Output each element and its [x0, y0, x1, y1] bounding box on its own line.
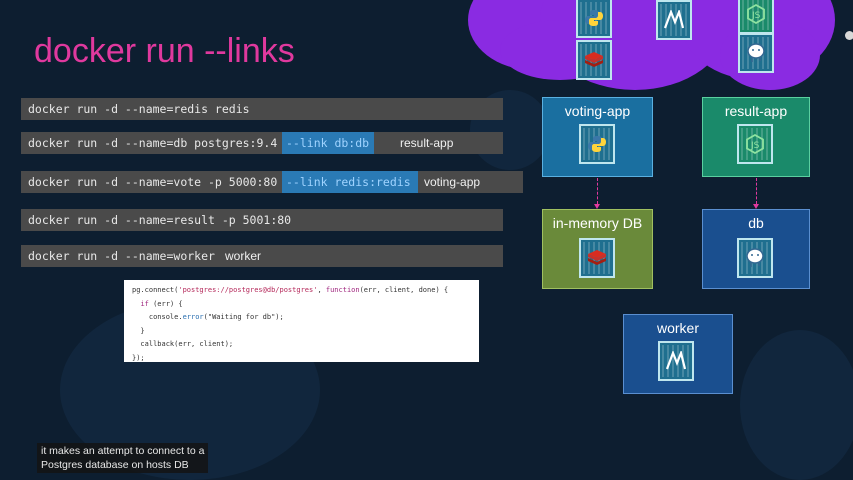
postgres-icon	[738, 33, 774, 73]
code-line: pg.connect('postgres://postgres@db/postg…	[132, 286, 449, 294]
link-flag-db: --link db:db	[282, 132, 374, 154]
box-label: worker	[656, 320, 699, 336]
link-flag-redis: --link redis:redis	[282, 171, 418, 193]
python-icon	[579, 124, 615, 164]
command-redis: docker run -d --name=redis redis	[21, 98, 503, 120]
video-caption: it makes an attempt to connect to a Post…	[37, 443, 209, 473]
code-line: });	[132, 353, 145, 362]
redis-icon	[576, 40, 612, 80]
command-result: docker run -d --name=result -p 5001:80	[21, 209, 503, 231]
command-text: docker run -d --name=vote -p 5000:80	[28, 175, 278, 189]
code-line: console.error("Waiting for db");	[132, 313, 284, 321]
box-label: db	[748, 215, 764, 231]
tag-worker: worker	[219, 245, 268, 267]
postgres-icon	[737, 238, 773, 278]
box-label: in-memory DB	[552, 215, 643, 231]
dotnet-icon	[658, 341, 694, 381]
code-line: callback(err, client);	[132, 340, 234, 348]
redis-icon	[579, 238, 615, 278]
caption-line: it makes an attempt to connect to a	[41, 445, 205, 457]
tag-voting-app: voting-app	[418, 171, 523, 193]
background-glow	[740, 330, 853, 480]
code-snippet: pg.connect('postgres://postgres@db/postg…	[124, 280, 479, 362]
svg-text:JS: JS	[750, 141, 760, 151]
box-label: voting-app	[564, 103, 631, 119]
command-vote: docker run -d --name=vote -p 5000:80	[21, 171, 282, 193]
dotnet-icon	[656, 0, 692, 40]
tag-result-app: result-app	[394, 132, 460, 154]
slide-title: docker run --links	[34, 32, 295, 70]
arrow-result-to-db	[756, 178, 757, 204]
python-icon	[576, 0, 612, 38]
command-text: docker run -d --name=result -p 5001:80	[28, 213, 292, 227]
arrow-voting-to-redis	[597, 178, 598, 204]
command-text: docker run -d --name=worker	[28, 249, 215, 263]
nodejs-icon: JS	[738, 0, 774, 34]
code-line: if (err) {	[140, 299, 183, 308]
nodejs-icon: JS	[737, 124, 773, 164]
command-db: docker run -d --name=db postgres:9.4	[21, 132, 282, 154]
indicator-dot	[845, 31, 853, 40]
svg-text:JS: JS	[751, 11, 761, 21]
code-line: }	[132, 326, 145, 335]
command-text: docker run -d --name=redis redis	[28, 102, 250, 116]
command-text: docker run -d --name=db postgres:9.4	[28, 136, 278, 150]
box-label: result-app	[724, 103, 788, 119]
caption-line: Postgres database on hosts DB	[41, 459, 189, 471]
